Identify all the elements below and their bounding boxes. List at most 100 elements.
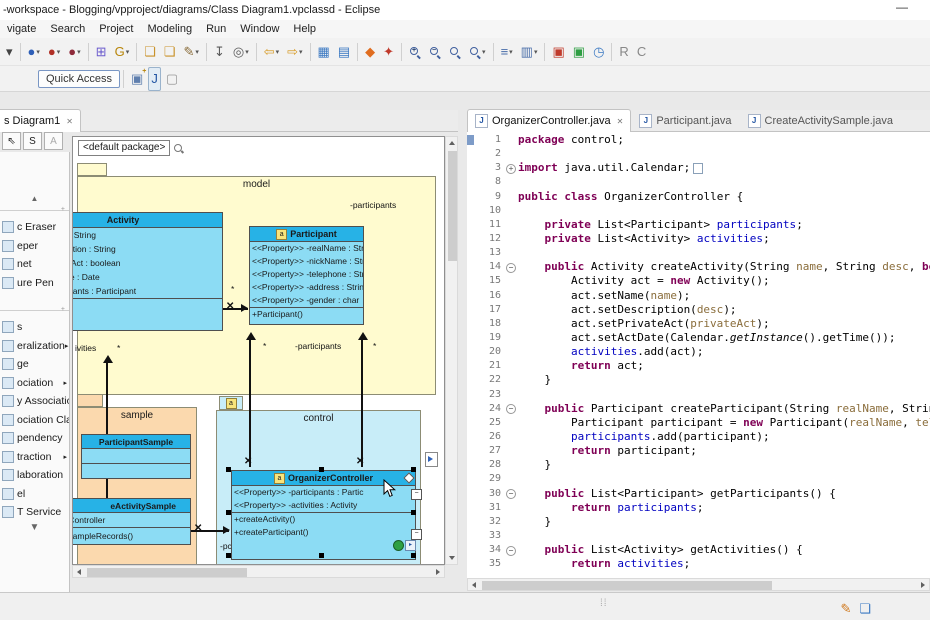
vp-green-tool-icon[interactable]: ▣: [570, 40, 588, 64]
palette-separator-handle-icon[interactable]: +: [61, 306, 65, 313]
menu-item-project[interactable]: Project: [92, 20, 140, 38]
code-line[interactable]: 23: [467, 388, 930, 402]
collapse-compartment-icon[interactable]: −: [411, 529, 422, 540]
chevron-right-icon[interactable]: ▸: [65, 342, 69, 350]
class-create-activity-sample[interactable]: eActivitySample nizerController tivitySa…: [72, 498, 191, 545]
scroll-thumb[interactable]: [87, 568, 247, 577]
fold-collapse-icon[interactable]: −: [506, 404, 516, 414]
resource-perspective-icon[interactable]: ▢: [163, 67, 181, 91]
palette-item-ure-pen[interactable]: ure Pen: [0, 274, 69, 293]
palette-item-net[interactable]: net: [0, 255, 69, 274]
class-diagram-icon[interactable]: ▦: [315, 40, 333, 64]
palette-item-eralization[interactable]: eralization▸: [0, 337, 69, 356]
refactor-r-icon[interactable]: R: [616, 40, 631, 64]
open-resource-icon[interactable]: ❏: [161, 40, 179, 64]
menu-item-help[interactable]: Help: [286, 20, 323, 38]
code-line[interactable]: 34− public List<Activity> getActivities(…: [467, 543, 930, 557]
selection-handle[interactable]: [411, 553, 416, 558]
code-line[interactable]: 18 act.setPrivateAct(privateAct);: [467, 317, 930, 331]
chevron-right-icon[interactable]: ▸: [63, 453, 69, 461]
palette-item-laboration[interactable]: laboration: [0, 466, 69, 485]
java-perspective-icon[interactable]: J: [148, 67, 161, 91]
code-editor[interactable]: 1package control;23+import java.util.Cal…: [467, 132, 930, 578]
code-line[interactable]: 16 act.setName(name);: [467, 289, 930, 303]
scroll-down-icon[interactable]: [446, 552, 458, 564]
resource-badge-icon[interactable]: [425, 452, 438, 467]
scroll-thumb[interactable]: [448, 151, 457, 261]
vp-action-icon[interactable]: ✦: [380, 40, 397, 64]
cursor-tool-button[interactable]: ⇖: [2, 132, 21, 150]
recent-clock-icon[interactable]: ◷: [590, 40, 607, 64]
code-line[interactable]: 15 Activity act = new Activity();: [467, 274, 930, 288]
editor-tab-participant-java[interactable]: JParticipant.java: [631, 109, 739, 131]
palette-item-eper[interactable]: eper: [0, 237, 69, 256]
palette-item-pendency[interactable]: pendency: [0, 429, 69, 448]
code-line[interactable]: 2: [467, 147, 930, 161]
vp-shape-icon[interactable]: ◆: [362, 40, 378, 64]
coverage-icon[interactable]: ●▾: [65, 40, 83, 64]
scroll-right-icon[interactable]: [432, 566, 444, 578]
code-line[interactable]: 13: [467, 246, 930, 260]
minimize-button[interactable]: —: [892, 0, 912, 14]
code-line[interactable]: 11 private List<Participant> participant…: [467, 218, 930, 232]
new-class-icon[interactable]: G▾: [112, 40, 133, 64]
layer-tools-icon[interactable]: ▥▾: [518, 40, 541, 64]
fold-collapse-icon[interactable]: −: [506, 489, 516, 499]
code-line[interactable]: 1package control;: [467, 133, 930, 147]
palette-item-t-service[interactable]: T Service: [0, 503, 69, 522]
class-participant[interactable]: a Participant <<Property>> -realName : S…: [249, 226, 364, 325]
control-package-tab[interactable]: a: [219, 396, 243, 410]
smart-resource-icon[interactable]: ▸: [405, 540, 416, 551]
quick-connect-icon[interactable]: [393, 540, 404, 551]
palette-separator-handle-icon[interactable]: +: [61, 206, 65, 213]
code-line[interactable]: 8: [467, 175, 930, 189]
code-line[interactable]: 30− public List<Participant> getParticip…: [467, 487, 930, 501]
diagram-canvas[interactable]: <default package> model sample a control…: [72, 136, 445, 565]
palette-item-y-association[interactable]: y Association: [0, 392, 69, 411]
diagram-tab[interactable]: s Diagram1 ✕: [0, 109, 81, 132]
menu-item-window[interactable]: Window: [233, 20, 286, 38]
association-line[interactable]: [361, 339, 363, 467]
code-line[interactable]: 21 return act;: [467, 359, 930, 373]
code-line[interactable]: 26 participants.add(participant);: [467, 430, 930, 444]
code-line[interactable]: 29: [467, 472, 930, 486]
diagram-horizontal-scrollbar[interactable]: [72, 565, 445, 578]
back-icon[interactable]: ⇦▾: [261, 40, 282, 64]
forward-icon[interactable]: ⇨▾: [284, 40, 305, 64]
new-java-project-icon[interactable]: ⊞: [93, 40, 110, 64]
model-package-tab[interactable]: [77, 163, 107, 176]
code-line[interactable]: 22 }: [467, 373, 930, 387]
editor-horizontal-scrollbar[interactable]: [467, 578, 930, 591]
menu-item-modeling[interactable]: Modeling: [140, 20, 199, 38]
vp-red-tool-icon[interactable]: ▣: [549, 40, 567, 64]
fold-collapse-icon[interactable]: −: [506, 263, 516, 273]
open-folder-icon[interactable]: ❏: [141, 40, 159, 64]
scroll-left-icon[interactable]: [73, 566, 85, 578]
palette-item-ociation[interactable]: ociation▸: [0, 374, 69, 393]
sweeper-tool-button[interactable]: S: [23, 132, 42, 150]
zoom-tool-button[interactable]: A: [44, 132, 63, 150]
palette-item-traction[interactable]: traction▸: [0, 448, 69, 467]
code-line[interactable]: 12 private List<Activity> activities;: [467, 232, 930, 246]
code-line[interactable]: 10: [467, 204, 930, 218]
scroll-right-icon[interactable]: [917, 579, 929, 591]
quick-access-button[interactable]: Quick Access: [38, 70, 120, 88]
selection-handle[interactable]: [226, 510, 231, 515]
chevron-right-icon[interactable]: ▸: [63, 379, 69, 387]
palette-item-el[interactable]: el: [0, 485, 69, 504]
mark-occurrences-icon[interactable]: ◎▾: [230, 40, 252, 64]
association-line[interactable]: [249, 339, 251, 467]
menu-item-search[interactable]: Search: [43, 20, 92, 38]
selection-handle[interactable]: [226, 553, 231, 558]
code-line[interactable]: 9public class OrganizerController {: [467, 190, 930, 204]
sample-package-tab[interactable]: [77, 394, 103, 407]
new-wizard-menu-icon[interactable]: ▾: [3, 40, 16, 64]
code-line[interactable]: 3+import java.util.Calendar;: [467, 161, 930, 175]
zoom-reset-icon[interactable]: [446, 40, 464, 64]
scroll-thumb[interactable]: [482, 581, 772, 590]
selection-handle[interactable]: [411, 467, 416, 472]
code-line[interactable]: 24− public Participant createParticipant…: [467, 402, 930, 416]
code-line[interactable]: 25 Participant participant = new Partici…: [467, 416, 930, 430]
form-diagram-icon[interactable]: ▤: [335, 40, 353, 64]
code-line[interactable]: 33: [467, 529, 930, 543]
